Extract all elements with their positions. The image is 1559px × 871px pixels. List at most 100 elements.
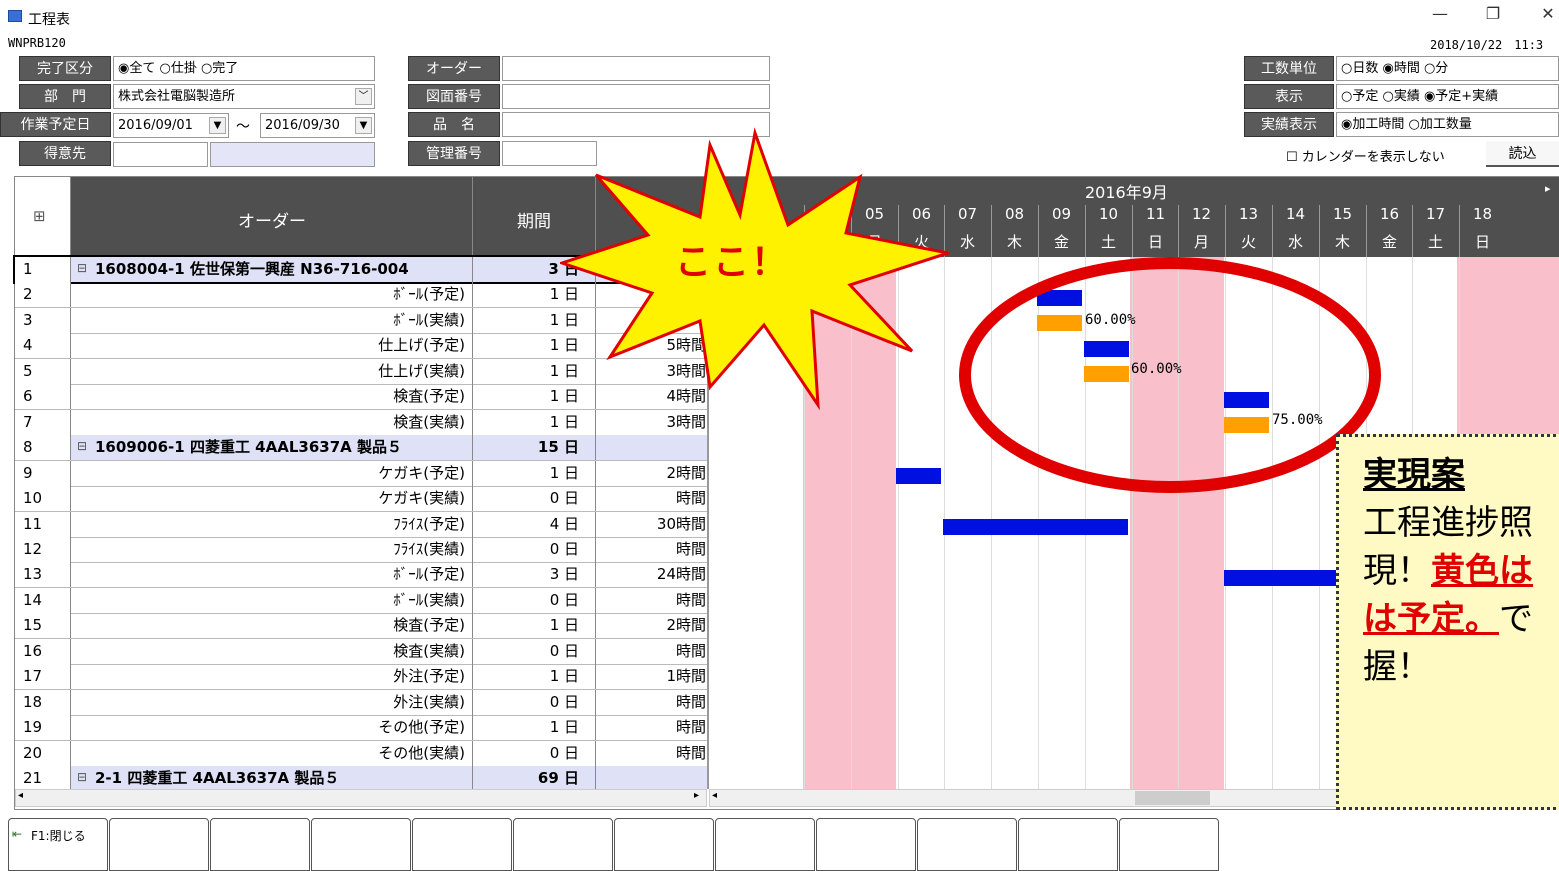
- day-header: 09: [1038, 205, 1084, 231]
- function-key-4[interactable]: [311, 818, 411, 871]
- hyoji-label: 表示: [1244, 84, 1334, 109]
- function-key-10[interactable]: [917, 818, 1017, 871]
- day-header: 15: [1319, 205, 1365, 231]
- day-header: 07: [944, 205, 990, 231]
- row-number: 14: [15, 588, 71, 613]
- proposal-callout: 実現案 工程進捗照 現！黄色は は予定。で 握！: [1336, 434, 1559, 810]
- hours-cell: 24時間: [656, 565, 706, 583]
- period-cell: 0 日: [549, 693, 579, 711]
- order-cell: ﾎﾞｰﾙ(実績): [393, 591, 465, 609]
- function-key-5[interactable]: [412, 818, 512, 871]
- tokui-code-input[interactable]: [113, 142, 208, 167]
- window-title: 工程表: [28, 12, 70, 28]
- row-number: 13: [15, 562, 71, 587]
- function-key-3[interactable]: [210, 818, 310, 871]
- date-from-select[interactable]: 2016/09/01 ▼: [113, 113, 229, 138]
- day-header: 10: [1085, 205, 1131, 231]
- function-key-1[interactable]: ⇤ F1:閉じる: [8, 818, 108, 871]
- order-cell: 外注(予定): [393, 667, 465, 685]
- collapse-icon[interactable]: ⊟: [77, 770, 87, 784]
- close-icon: ⇤: [12, 827, 23, 841]
- kanri-label: 管理番号: [408, 141, 500, 166]
- hours-cell: 30時間: [656, 515, 706, 533]
- kosu-label: 工数単位: [1244, 56, 1334, 81]
- row-number: 17: [15, 664, 71, 689]
- kosu-radio-group[interactable]: ○日数 ◉時間 ○分: [1336, 56, 1559, 81]
- zumen-input[interactable]: [502, 84, 770, 109]
- weekday-header: 日: [1132, 231, 1178, 257]
- day-header: 16: [1366, 205, 1412, 231]
- function-key-label: F1:閉じる: [31, 829, 86, 843]
- order-cell: 検査(実績): [393, 642, 465, 660]
- function-key-9[interactable]: [816, 818, 916, 871]
- chevron-down-icon[interactable]: ▼: [355, 117, 372, 134]
- period-cell: 1 日: [549, 718, 579, 736]
- collapse-icon[interactable]: ⊟: [77, 439, 87, 453]
- order-cell: 1609006-1 四菱重工 4AAL3637A 製品５: [95, 438, 402, 456]
- collapse-icon[interactable]: ⊟: [77, 261, 87, 275]
- hours-cell: 1時間: [666, 667, 706, 685]
- jisseki-radio-group[interactable]: ◉加工時間 ○加工数量: [1336, 112, 1559, 137]
- order-cell: ﾌﾗｲｽ(実績): [393, 540, 465, 558]
- grid-corner: ⊞: [15, 177, 71, 257]
- date-to-select[interactable]: 2016/09/30 ▼: [260, 113, 375, 138]
- order-cell: ケガキ(予定): [378, 464, 465, 482]
- plan-bar[interactable]: [1224, 570, 1344, 586]
- bumon-select[interactable]: 株式会社電脳製造所 ﹀: [113, 84, 375, 109]
- jisseki-label: 実績表示: [1244, 112, 1334, 137]
- load-button[interactable]: 読込: [1486, 141, 1559, 167]
- hyoji-radio-group[interactable]: ○予定 ○実績 ◉予定+実績: [1336, 84, 1559, 109]
- function-key-6[interactable]: [513, 818, 613, 871]
- chevron-down-icon[interactable]: ﹀: [355, 88, 372, 105]
- chevron-down-icon[interactable]: ▼: [209, 117, 226, 134]
- calendar-checkbox[interactable]: ☐ カレンダーを表示しない: [1286, 146, 1445, 165]
- scroll-right-icon[interactable]: ▸: [694, 790, 699, 801]
- period-cell: 0 日: [549, 489, 579, 507]
- period-cell: 0 日: [549, 744, 579, 762]
- app-icon: [8, 10, 22, 22]
- weekday-header: 土: [1412, 231, 1458, 257]
- period-cell: 0 日: [549, 591, 579, 609]
- grid-settings-icon[interactable]: ⊞: [33, 207, 46, 225]
- kanryo-radio-group[interactable]: ◉全て ○仕掛 ○完了: [113, 56, 375, 81]
- plan-bar[interactable]: [896, 468, 941, 484]
- period-cell: 0 日: [549, 642, 579, 660]
- function-key-11[interactable]: [1018, 818, 1118, 871]
- function-key-12[interactable]: [1119, 818, 1219, 871]
- left-scrollbar[interactable]: ◂ ▸: [15, 789, 707, 807]
- row-number: 16: [15, 639, 71, 664]
- row-number: 1: [15, 257, 71, 282]
- order-input[interactable]: [502, 56, 770, 81]
- scroll-left-icon[interactable]: ◂: [712, 790, 717, 801]
- weekday-header: 金: [1038, 231, 1084, 257]
- period-cell: 4 日: [549, 515, 579, 533]
- weekday-header: 木: [991, 231, 1037, 257]
- col-order-header[interactable]: オーダー: [72, 207, 472, 232]
- function-key-7[interactable]: [614, 818, 714, 871]
- order-cell: 仕上げ(実績): [378, 362, 465, 380]
- plan-bar[interactable]: [943, 519, 1128, 535]
- weekday-header: 日: [1459, 231, 1505, 257]
- function-key-2[interactable]: [109, 818, 209, 871]
- datetime: 2018/10/22 11:3: [1430, 38, 1544, 52]
- callout-line3: は予定。で: [1363, 591, 1533, 640]
- hours-cell: 時間: [675, 489, 706, 507]
- hinmei-label: 品 名: [408, 112, 500, 137]
- tokui-name-input[interactable]: [210, 142, 375, 167]
- weekday-header: 火: [1225, 231, 1271, 257]
- minimize-button[interactable]: —: [1425, 4, 1455, 23]
- scroll-right-icon[interactable]: ▸: [1545, 182, 1551, 195]
- bumon-label: 部 門: [19, 84, 111, 109]
- close-button[interactable]: ✕: [1533, 4, 1559, 23]
- function-key-8[interactable]: [715, 818, 815, 871]
- scroll-left-icon[interactable]: ◂: [18, 790, 23, 801]
- restore-button[interactable]: ❐: [1478, 4, 1508, 23]
- weekday-header: 水: [944, 231, 990, 257]
- row-number: 8: [15, 435, 71, 460]
- hours-cell: 時間: [675, 540, 706, 558]
- scroll-thumb[interactable]: [1135, 791, 1210, 805]
- order-label: オーダー: [408, 56, 500, 81]
- bumon-value: 株式会社電脳製造所: [118, 89, 236, 104]
- period-cell: 3 日: [549, 565, 579, 583]
- order-cell: ﾎﾞｰﾙ(予定): [393, 285, 465, 303]
